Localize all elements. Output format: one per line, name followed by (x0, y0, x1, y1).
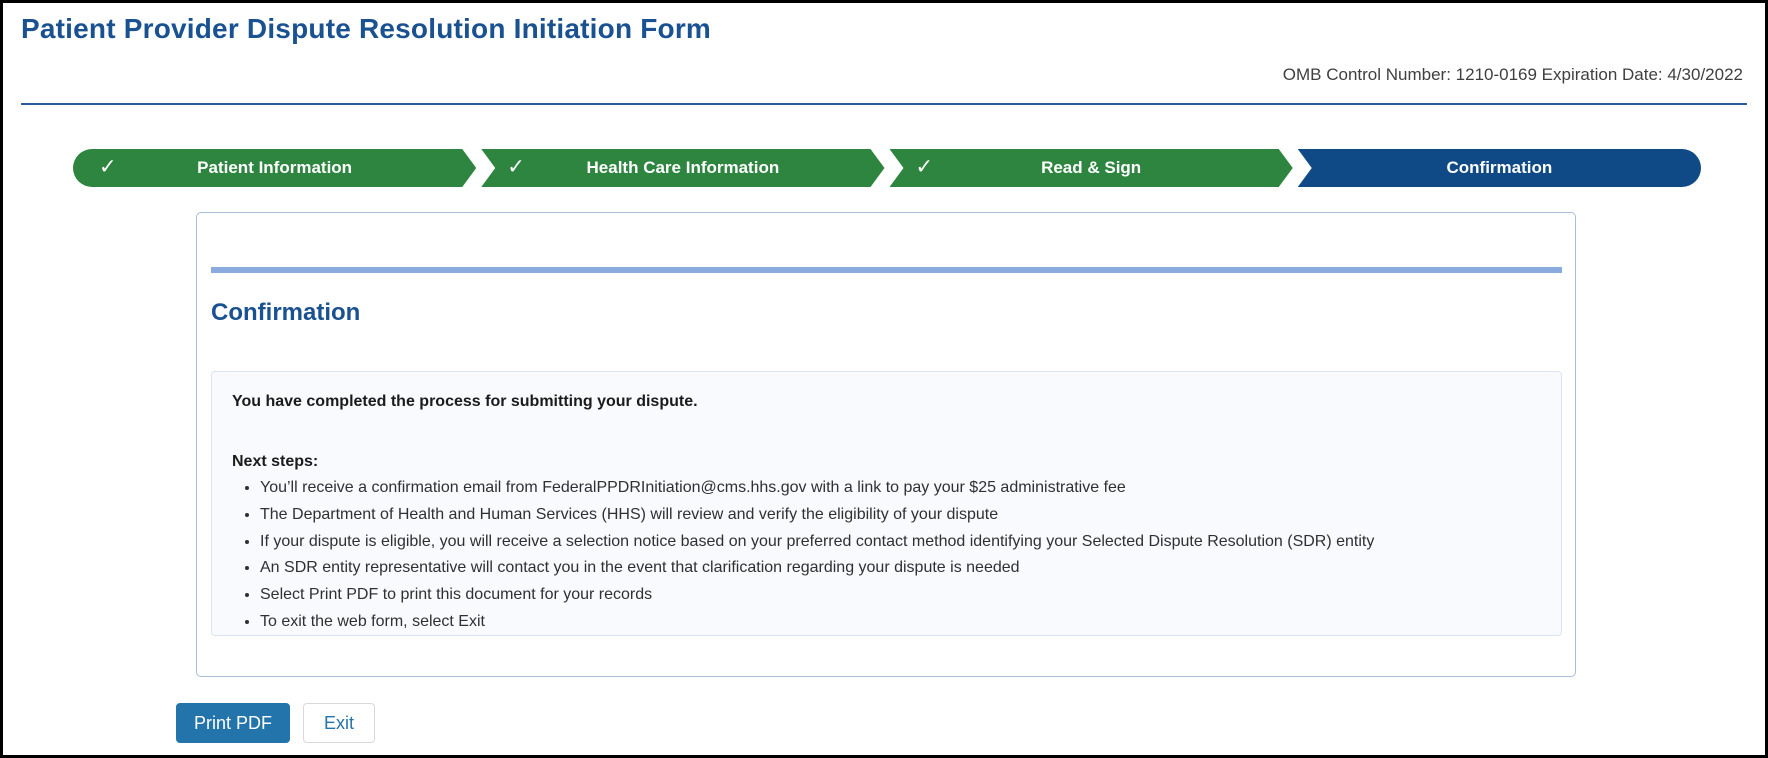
omb-control-text: OMB Control Number: 1210-0169 Expiration… (1283, 65, 1743, 85)
confirmation-card: Confirmation You have completed the proc… (196, 212, 1576, 677)
list-item: The Department of Health and Human Servi… (260, 505, 1541, 526)
step-label: Health Care Information (587, 158, 780, 178)
progress-stepper: ✓ Patient Information ✓ Health Care Info… (73, 149, 1701, 187)
step-health-care-information[interactable]: ✓ Health Care Information (481, 149, 884, 187)
step-patient-information[interactable]: ✓ Patient Information (73, 149, 476, 187)
page-title: Patient Provider Dispute Resolution Init… (21, 13, 711, 45)
completion-message: You have completed the process for submi… (232, 393, 1541, 411)
step-label: Read & Sign (1041, 158, 1141, 178)
action-bar: Print PDF Exit (176, 703, 375, 743)
step-confirmation[interactable]: Confirmation (1298, 149, 1701, 187)
check-icon: ✓ (507, 157, 525, 178)
page: Patient Provider Dispute Resolution Init… (0, 0, 1768, 758)
card-divider (211, 267, 1562, 273)
next-steps-list: You’ll receive a confirmation email from… (232, 478, 1541, 633)
check-icon: ✓ (99, 157, 117, 178)
step-read-and-sign[interactable]: ✓ Read & Sign (890, 149, 1293, 187)
check-icon: ✓ (916, 157, 934, 178)
list-item: Select Print PDF to print this document … (260, 585, 1541, 606)
list-item: You’ll receive a confirmation email from… (260, 478, 1541, 499)
list-item: An SDR entity representative will contac… (260, 558, 1541, 579)
exit-button[interactable]: Exit (303, 703, 375, 743)
next-steps-label: Next steps: (232, 453, 1541, 471)
print-pdf-button[interactable]: Print PDF (176, 703, 290, 743)
confirmation-panel: You have completed the process for submi… (211, 371, 1562, 636)
list-item: To exit the web form, select Exit (260, 612, 1541, 633)
step-label: Confirmation (1446, 158, 1552, 178)
section-title: Confirmation (211, 299, 360, 327)
list-item: If your dispute is eligible, you will re… (260, 532, 1541, 553)
step-label: Patient Information (197, 158, 352, 178)
header-divider (21, 103, 1747, 105)
